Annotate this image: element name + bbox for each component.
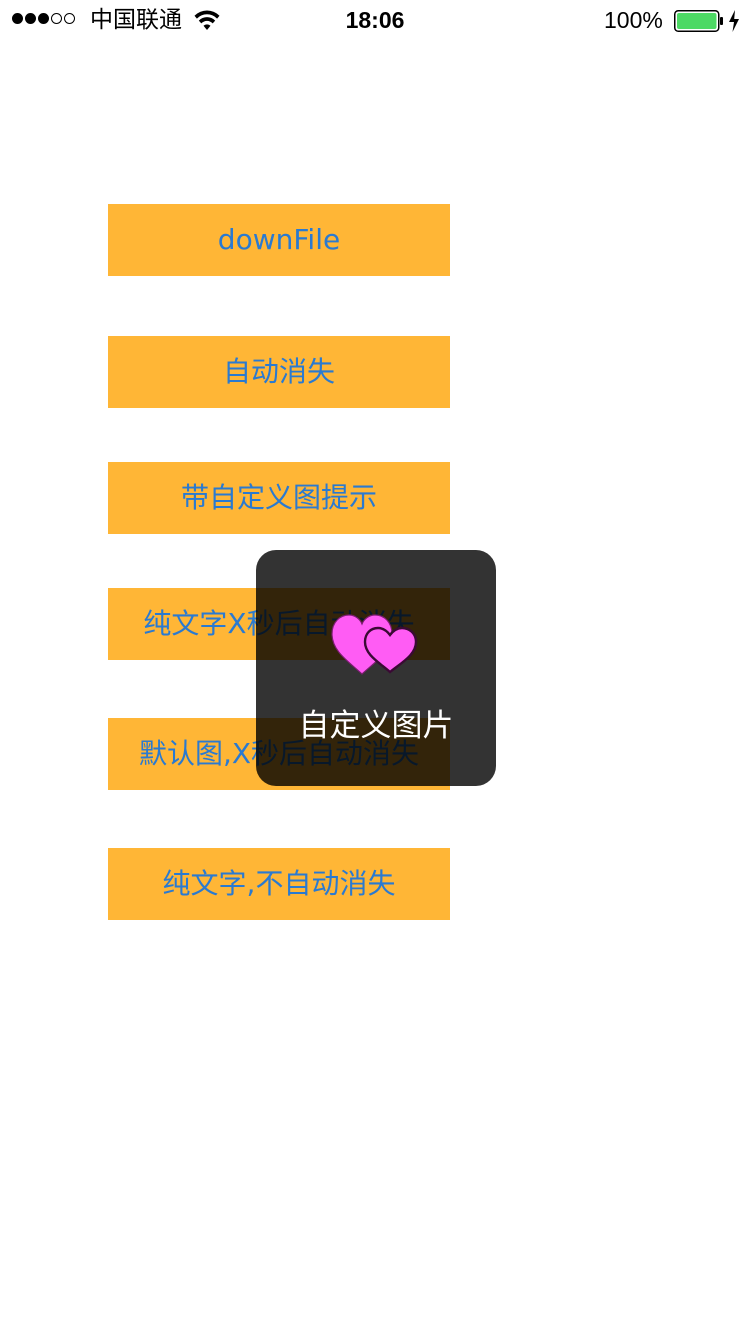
custom-image-hint-button[interactable]: 带自定义图提示 xyxy=(108,462,450,534)
battery-icon xyxy=(674,10,723,32)
hud-message: 自定义图片 xyxy=(298,708,454,744)
battery-percentage: 100% xyxy=(604,7,663,33)
status-bar: 中国联通 18:06 100% xyxy=(0,0,750,40)
download-file-button[interactable]: downFile xyxy=(108,204,450,276)
text-only-persistent-button[interactable]: 纯文字,不自动消失 xyxy=(108,848,450,920)
charging-bolt-icon xyxy=(729,10,739,32)
auto-dismiss-button[interactable]: 自动消失 xyxy=(108,336,450,408)
custom-image-hud: 自定义图片 xyxy=(256,550,496,786)
hearts-icon xyxy=(331,614,418,675)
